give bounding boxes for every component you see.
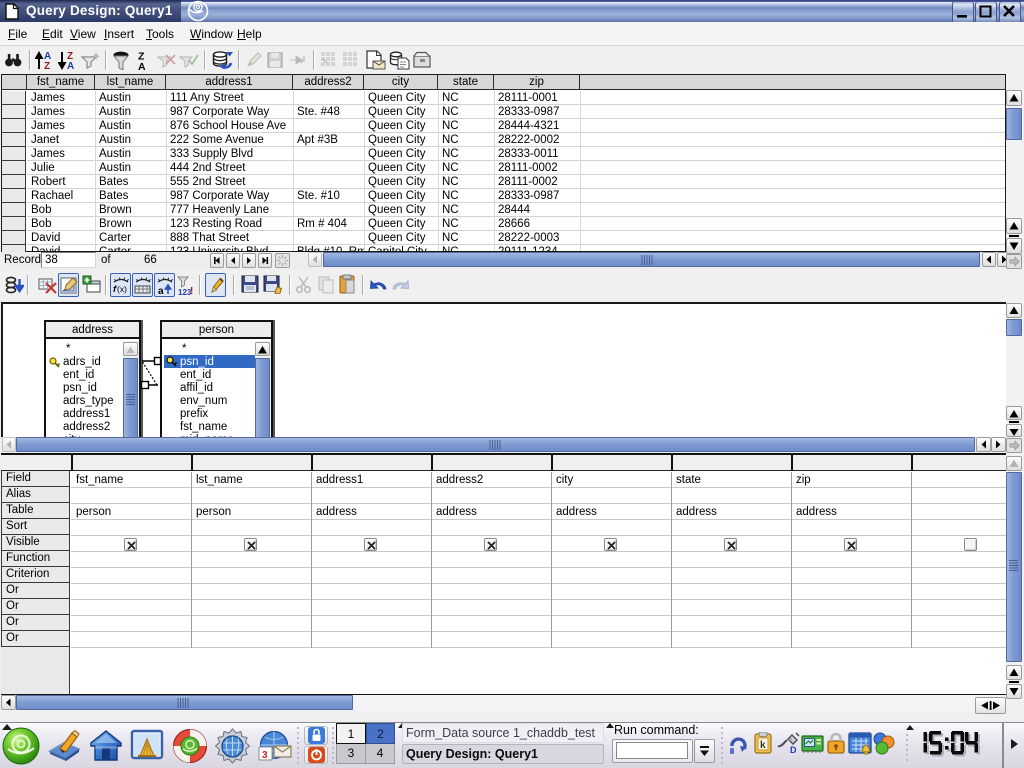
svg-text:(x): (x): [117, 284, 127, 294]
svg-text:A: A: [67, 61, 74, 70]
svg-text:3: 3: [262, 750, 268, 761]
svg-text:D: D: [790, 745, 797, 755]
svg-text:k: k: [760, 740, 766, 751]
svg-text:!: !: [190, 286, 193, 296]
svg-text:a: a: [158, 286, 164, 295]
svg-text:Z: Z: [44, 61, 50, 70]
svg-text:A: A: [138, 61, 146, 71]
